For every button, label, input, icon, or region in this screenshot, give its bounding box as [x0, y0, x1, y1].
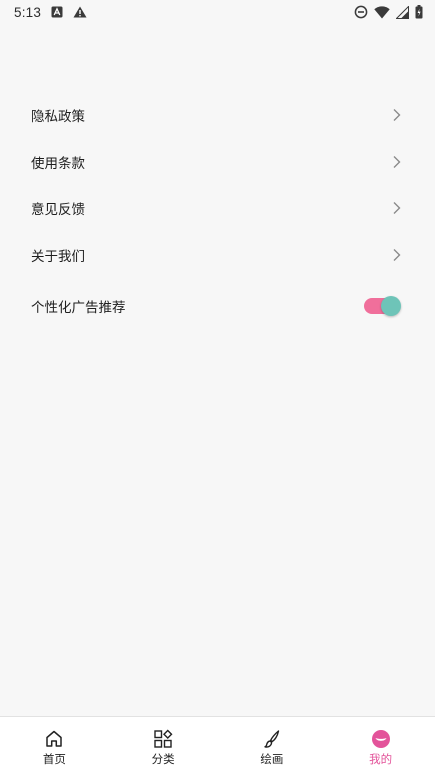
status-time: 5:13: [14, 4, 42, 20]
do-not-disturb-icon: [354, 5, 368, 19]
settings-item-label: 意见反馈: [31, 202, 85, 219]
nav-item-painting[interactable]: 绘画: [218, 717, 327, 773]
status-right: [354, 5, 423, 19]
settings-item-personalized-ads: 个性化广告推荐: [0, 278, 435, 334]
brush-icon: [261, 728, 283, 750]
nav-label: 分类: [151, 752, 175, 766]
nav-item-category[interactable]: 分类: [109, 717, 218, 773]
a-box-icon: [51, 6, 63, 18]
status-left: 5:13: [14, 5, 87, 20]
warning-icon: [73, 6, 87, 18]
chevron-right-icon: [393, 155, 401, 168]
nav-label: 首页: [42, 752, 66, 766]
settings-item-terms-of-use[interactable]: 使用条款: [0, 139, 435, 186]
settings-item-label: 个性化广告推荐: [31, 300, 126, 316]
nav-label: 绘画: [260, 752, 284, 766]
nav-label: 我的: [369, 752, 393, 766]
chevron-right-icon: [393, 248, 401, 261]
settings-item-about-us[interactable]: 关于我们: [0, 232, 435, 279]
settings-item-label: 隐私政策: [31, 109, 85, 126]
settings-item-privacy-policy[interactable]: 隐私政策: [0, 92, 435, 139]
nav-item-mine[interactable]: 我的: [326, 717, 435, 773]
chevron-right-icon: [393, 202, 401, 215]
personalized-ads-toggle[interactable]: [364, 296, 401, 316]
category-icon: [152, 728, 174, 750]
wifi-icon: [374, 5, 390, 19]
battery-icon: [415, 5, 423, 19]
nav-item-home[interactable]: 首页: [0, 717, 109, 773]
home-icon: [43, 728, 65, 750]
signal-icon: [396, 5, 409, 19]
settings-list: 隐私政策 使用条款 意见反馈 关于我们 个性化广告推荐: [0, 92, 435, 334]
toggle-thumb: [381, 296, 401, 316]
settings-item-label: 使用条款: [31, 155, 85, 172]
chevron-right-icon: [393, 109, 401, 122]
settings-item-feedback[interactable]: 意见反馈: [0, 185, 435, 232]
bottom-nav: 首页 分类 绘画 我的: [0, 716, 435, 773]
status-bar: 5:13: [0, 0, 435, 24]
settings-item-label: 关于我们: [31, 248, 85, 265]
profile-icon: [370, 728, 392, 750]
